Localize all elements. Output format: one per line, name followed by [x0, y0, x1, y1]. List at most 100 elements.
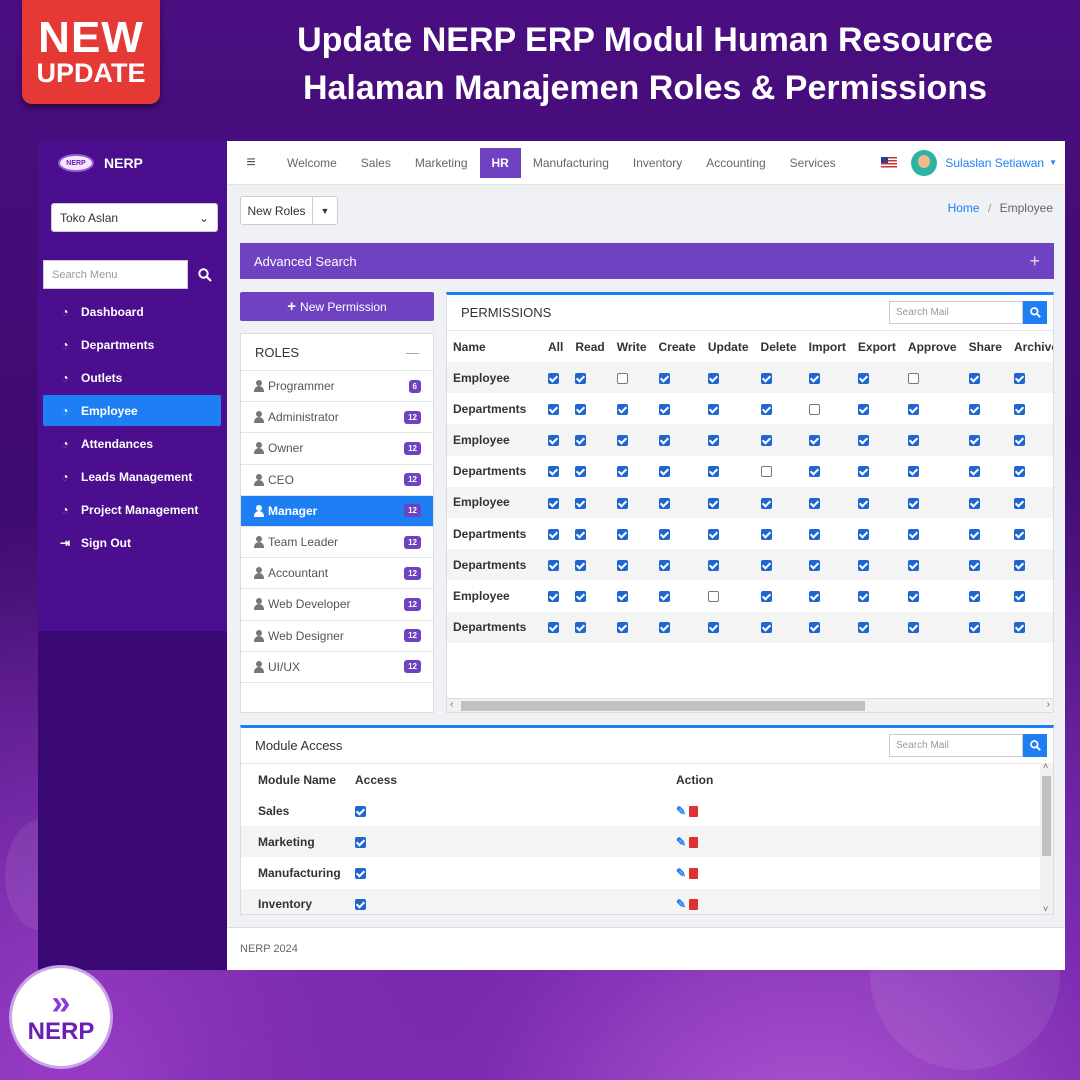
trash-icon[interactable]	[689, 837, 699, 849]
scroll-right-icon[interactable]: ›	[1047, 699, 1050, 710]
checkbox-checked[interactable]	[857, 497, 869, 509]
role-item[interactable]: Administrator 12	[241, 402, 433, 434]
checkbox-checked[interactable]	[575, 528, 587, 540]
checkbox-checked[interactable]	[760, 528, 772, 540]
checkbox-checked[interactable]	[907, 560, 919, 572]
tab-inventory[interactable]: Inventory	[621, 148, 694, 178]
checkbox-checked[interactable]	[808, 560, 820, 572]
checkbox-checked[interactable]	[548, 404, 560, 416]
checkbox-checked[interactable]	[1013, 497, 1025, 509]
checkbox-checked[interactable]	[575, 591, 587, 603]
search-icon[interactable]	[1023, 734, 1047, 757]
checkbox-checked[interactable]	[575, 497, 587, 509]
checkbox-checked[interactable]	[808, 497, 820, 509]
sidebar-item-project-management[interactable]: ◔ Project Management	[43, 494, 221, 525]
checkbox-checked[interactable]	[907, 591, 919, 603]
checkbox-checked[interactable]	[658, 591, 670, 603]
scrollbar-thumb[interactable]	[1042, 776, 1051, 856]
sidebar-item-sign-out[interactable]: ⇥ Sign Out	[43, 527, 221, 558]
checkbox-checked[interactable]	[1013, 466, 1025, 478]
checkbox-checked[interactable]	[707, 560, 719, 572]
caret-down-icon[interactable]: ▼	[313, 197, 337, 224]
store-select[interactable]: Toko Aslan ⌄	[51, 203, 218, 232]
checkbox-checked[interactable]	[968, 528, 980, 540]
checkbox-checked[interactable]	[575, 466, 587, 478]
search-icon[interactable]	[188, 260, 221, 289]
checkbox-checked[interactable]	[1013, 404, 1025, 416]
checkbox-checked[interactable]	[760, 591, 772, 603]
checkbox-checked[interactable]	[658, 528, 670, 540]
checkbox-unchecked[interactable]	[808, 404, 820, 416]
sidebar-item-outlets[interactable]: ◔ Outlets	[43, 362, 221, 393]
checkbox-checked[interactable]	[707, 372, 719, 384]
checkbox-checked[interactable]	[658, 497, 670, 509]
module-access-search-input[interactable]: Search Mail	[889, 734, 1023, 757]
checkbox-checked[interactable]	[968, 591, 980, 603]
checkbox-checked[interactable]	[548, 560, 560, 572]
new-roles-dropdown[interactable]: New Roles ▼	[240, 196, 338, 225]
checkbox-unchecked[interactable]	[616, 372, 628, 384]
checkbox-checked[interactable]	[857, 622, 869, 634]
checkbox-checked[interactable]	[857, 372, 869, 384]
checkbox-checked[interactable]	[1013, 560, 1025, 572]
role-item[interactable]: Manager 12	[241, 495, 433, 527]
tab-sales[interactable]: Sales	[349, 148, 403, 178]
access-checkbox[interactable]	[355, 899, 366, 911]
checkbox-checked[interactable]	[658, 435, 670, 447]
edit-icon[interactable]: ✎	[676, 804, 686, 818]
vertical-scrollbar[interactable]: ˄ ˅	[1040, 761, 1053, 914]
checkbox-checked[interactable]	[548, 591, 560, 603]
role-item[interactable]: CEO 12	[241, 465, 433, 496]
advanced-search-bar[interactable]: Advanced Search +	[240, 243, 1054, 279]
checkbox-checked[interactable]	[760, 404, 772, 416]
role-item[interactable]: Team Leader 12	[241, 527, 433, 559]
trash-icon[interactable]	[689, 868, 699, 880]
checkbox-checked[interactable]	[616, 404, 628, 416]
checkbox-checked[interactable]	[1013, 372, 1025, 384]
horizontal-scrollbar[interactable]: ‹ ›	[447, 698, 1053, 712]
us-flag-icon[interactable]	[881, 157, 898, 168]
checkbox-checked[interactable]	[707, 466, 719, 478]
tab-manufacturing[interactable]: Manufacturing	[521, 148, 621, 178]
checkbox-checked[interactable]	[968, 622, 980, 634]
tab-services[interactable]: Services	[778, 148, 848, 178]
checkbox-checked[interactable]	[857, 591, 869, 603]
tab-marketing[interactable]: Marketing	[403, 148, 480, 178]
checkbox-checked[interactable]	[707, 528, 719, 540]
checkbox-checked[interactable]	[575, 404, 587, 416]
breadcrumb-home[interactable]: Home	[948, 201, 980, 215]
brand[interactable]: NERP NERP	[38, 141, 227, 185]
access-checkbox[interactable]	[355, 837, 366, 849]
checkbox-checked[interactable]	[808, 528, 820, 540]
checkbox-checked[interactable]	[658, 372, 670, 384]
scroll-up-icon[interactable]: ˄	[1043, 761, 1048, 771]
checkbox-checked[interactable]	[616, 622, 628, 634]
checkbox-checked[interactable]	[760, 372, 772, 384]
checkbox-checked[interactable]	[857, 404, 869, 416]
hamburger-menu-icon[interactable]: ≡	[227, 154, 275, 172]
role-item[interactable]: Accountant 12	[241, 558, 433, 590]
scrollbar-thumb[interactable]	[461, 701, 865, 711]
checkbox-checked[interactable]	[548, 372, 560, 384]
checkbox-checked[interactable]	[575, 560, 587, 572]
checkbox-checked[interactable]	[808, 622, 820, 634]
checkbox-checked[interactable]	[548, 528, 560, 540]
checkbox-checked[interactable]	[808, 466, 820, 478]
checkbox-checked[interactable]	[548, 622, 560, 634]
checkbox-checked[interactable]	[707, 404, 719, 416]
checkbox-checked[interactable]	[1013, 591, 1025, 603]
tab-hr[interactable]: HR	[479, 147, 521, 178]
checkbox-checked[interactable]	[658, 404, 670, 416]
checkbox-checked[interactable]	[907, 435, 919, 447]
checkbox-unchecked[interactable]	[760, 466, 772, 478]
checkbox-checked[interactable]	[968, 497, 980, 509]
checkbox-checked[interactable]	[616, 591, 628, 603]
checkbox-checked[interactable]	[707, 622, 719, 634]
expand-plus-icon[interactable]: +	[1029, 251, 1040, 272]
edit-icon[interactable]: ✎	[676, 835, 686, 849]
checkbox-checked[interactable]	[857, 560, 869, 572]
sidebar-item-attendances[interactable]: ◔ Attendances	[43, 428, 221, 459]
checkbox-checked[interactable]	[907, 622, 919, 634]
checkbox-checked[interactable]	[707, 497, 719, 509]
checkbox-checked[interactable]	[907, 466, 919, 478]
